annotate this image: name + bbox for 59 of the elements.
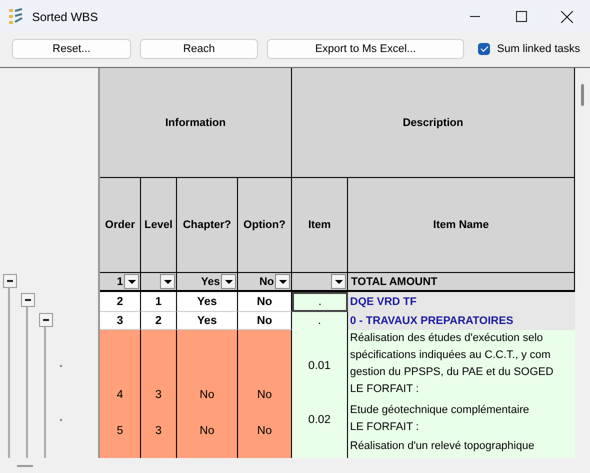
table-cell	[238, 438, 292, 458]
dropdown-button[interactable]	[221, 274, 236, 289]
export-button[interactable]: Export to Ms Excel...	[267, 39, 464, 59]
table-cell: 2	[100, 292, 141, 312]
scrollbar-thumb[interactable]	[581, 84, 584, 106]
table-cell: Réalisation d'un relevé topographique	[348, 438, 575, 458]
table-cell[interactable]: .	[292, 312, 348, 330]
column-header: Option?	[238, 178, 292, 273]
table-cell: No	[177, 402, 238, 438]
table-cell: Yes	[177, 312, 238, 330]
column-header: Order	[100, 178, 141, 273]
table-cell: 0 - TRAVAUX PREPARATOIRES	[348, 312, 575, 330]
table-cell: No	[238, 312, 292, 330]
total-label: TOTAL AMOUNT	[348, 273, 575, 292]
reset-button[interactable]: Reset...	[12, 39, 131, 59]
column-header: Item	[292, 178, 348, 273]
table-cell: 3	[141, 402, 177, 438]
group-header: Description	[292, 68, 575, 178]
checkbox[interactable]	[478, 43, 490, 55]
filter-value: 1	[116, 276, 123, 288]
table-cell: Etude géotechnique complémentaire LE FORFAIT :	[348, 402, 575, 438]
table-cell: Réalisation des études d'exécution selo spécifications indiquées au C.C.T., y com gestion du PPSPS, du PAE et du SOGED LE FORFAIT :	[348, 330, 575, 402]
group-header: Information	[100, 68, 292, 178]
filter-value: Yes	[201, 276, 220, 288]
table-cell: No	[238, 330, 292, 402]
table-cell[interactable]	[292, 438, 348, 458]
collapse-button[interactable]	[39, 313, 53, 327]
table-cell: No	[238, 292, 292, 312]
table-cell: 3	[141, 330, 177, 402]
table-cell: No	[177, 330, 238, 402]
dropdown-button[interactable]	[160, 274, 175, 289]
dropdown-button[interactable]	[124, 274, 139, 289]
hierarchy-icon	[8, 8, 24, 26]
dropdown-button[interactable]	[275, 274, 290, 289]
filter-value: No	[259, 276, 274, 288]
table-cell	[141, 438, 177, 458]
table-cell: Yes	[177, 292, 238, 312]
column-header: Level	[141, 178, 177, 273]
dropdown-button[interactable]	[331, 274, 346, 289]
column-header: Item Name	[348, 178, 575, 273]
column-header: Chapter?	[177, 178, 238, 273]
reach-button[interactable]: Reach	[140, 39, 258, 59]
collapse-button[interactable]	[3, 274, 17, 288]
table-cell: 2	[141, 312, 177, 330]
table-cell[interactable]: .	[292, 292, 348, 312]
table-cell	[177, 438, 238, 458]
dash-icon	[17, 464, 33, 466]
table-cell: 1	[141, 292, 177, 312]
collapse-button[interactable]	[21, 293, 35, 307]
table-cell: 5	[100, 402, 141, 438]
table-cell: DQE VRD TF	[348, 292, 575, 312]
checkbox-label: Sum linked tasks	[497, 43, 580, 55]
table-cell[interactable]: 0.02	[292, 402, 348, 438]
table-cell[interactable]: 0.01	[292, 330, 348, 402]
window-title: Sorted WBS	[32, 10, 98, 24]
table-cell: 4	[100, 330, 141, 402]
table-cell: No	[238, 402, 292, 438]
table-cell: 3	[100, 312, 141, 330]
table-cell	[100, 438, 141, 458]
